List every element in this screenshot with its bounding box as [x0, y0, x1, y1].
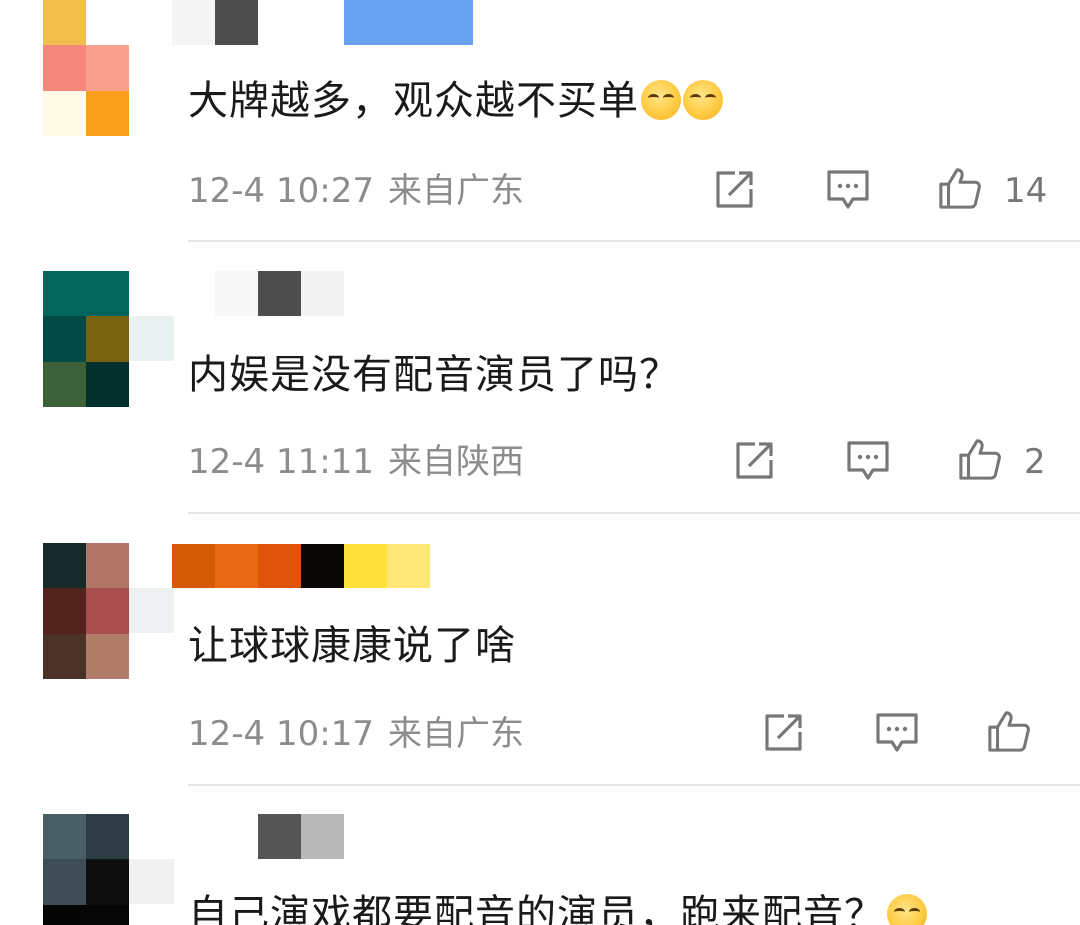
thumbs-up-icon — [959, 439, 1001, 480]
thinking-face-emoji — [683, 80, 723, 120]
comment-icon — [827, 170, 869, 209]
comment-location: 来自广东 — [387, 171, 524, 211]
comment-text: 让球球康康说了啥 — [188, 621, 516, 671]
like-count: 14 — [1004, 171, 1048, 211]
comment-body: 内娱是没有配音演员了吗？ — [188, 352, 680, 398]
share-icon — [736, 442, 773, 479]
username-pixelated[interactable] — [215, 814, 344, 859]
like-button[interactable] — [958, 437, 1002, 481]
comment-body: 大牌越多，观众越不买单 — [188, 78, 639, 124]
comment-button[interactable] — [875, 711, 919, 755]
comment-item: 大牌越多，观众越不买单 12-4 10:27 来自广东 14 — [0, 0, 1080, 242]
username-pixelated[interactable] — [172, 0, 473, 45]
comment-button[interactable] — [826, 168, 870, 212]
repost-button[interactable] — [732, 439, 776, 483]
comment-list: 大牌越多，观众越不买单 12-4 10:27 来自广东 14 内娱是没有配音演员… — [0, 0, 1080, 925]
like-button[interactable] — [987, 709, 1031, 753]
comment-location: 来自广东 — [387, 714, 524, 754]
thumbs-up-icon — [939, 168, 981, 209]
comment-item: 自己演戏都要配音的演员，跑来配音？ — [0, 786, 1080, 925]
comment-meta: 12-4 11:11 来自陕西 — [188, 442, 524, 482]
repost-button[interactable] — [712, 168, 756, 212]
comment-icon — [847, 441, 889, 480]
repost-button[interactable] — [761, 711, 805, 755]
avatar[interactable] — [43, 814, 129, 925]
like-button[interactable] — [938, 166, 982, 210]
comment-time: 12-4 11:11 — [188, 442, 374, 482]
avatar[interactable] — [43, 543, 129, 679]
comment-text: 自己演戏都要配音的演员，跑来配音？ — [188, 890, 927, 925]
comment-text: 大牌越多，观众越不买单 — [188, 76, 723, 126]
comment-time: 12-4 10:17 — [188, 714, 374, 754]
thinking-face-emoji — [641, 80, 681, 120]
comment-body: 自己演戏都要配音的演员，跑来配音？ — [188, 892, 885, 925]
like-count: 2 — [1024, 442, 1046, 482]
avatar-frame — [129, 316, 174, 361]
share-icon — [716, 171, 753, 208]
username-pixelated[interactable] — [215, 271, 344, 316]
comment-meta: 12-4 10:17 来自广东 — [188, 714, 524, 754]
avatar-frame — [129, 859, 174, 904]
avatar-frame — [129, 588, 174, 633]
thumbs-up-icon — [988, 711, 1030, 752]
share-icon — [765, 714, 802, 751]
comment-location: 来自陕西 — [387, 442, 524, 482]
comment-text: 内娱是没有配音演员了吗？ — [188, 350, 680, 400]
grinning-sweat-emoji — [887, 894, 927, 925]
comment-item: 让球球康康说了啥 12-4 10:17 来自广东 — [0, 514, 1080, 786]
comment-body: 让球球康康说了啥 — [188, 623, 516, 669]
comment-time: 12-4 10:27 — [188, 171, 374, 211]
comment-button[interactable] — [846, 439, 890, 483]
comment-icon — [876, 713, 918, 752]
avatar[interactable] — [43, 0, 129, 136]
comment-item: 内娱是没有配音演员了吗？ 12-4 11:11 来自陕西 2 — [0, 242, 1080, 514]
username-pixelated[interactable] — [172, 544, 430, 588]
avatar[interactable] — [43, 271, 129, 407]
comment-meta: 12-4 10:27 来自广东 — [188, 171, 524, 211]
